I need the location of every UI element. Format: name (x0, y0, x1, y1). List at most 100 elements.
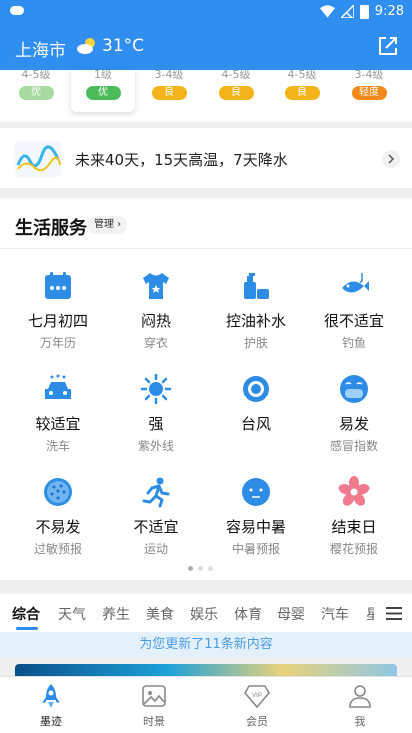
clock: 9:28 (374, 4, 404, 19)
service-typhoon[interactable]: 台风 (206, 373, 306, 469)
chevron-right-icon[interactable] (382, 150, 400, 168)
service-value: 很不适宜 (323, 312, 384, 330)
aqi-badge: 良 (151, 86, 187, 100)
car-wash-icon (45, 374, 71, 399)
service-cold[interactable]: 易发 感冒指数 (304, 373, 404, 469)
sakura-icon (338, 476, 370, 506)
service-value: 不适宜 (133, 518, 179, 536)
aqi-badge: 轻度 (351, 86, 387, 100)
service-sakura[interactable]: 结束日 樱花预报 (304, 476, 404, 572)
service-label: 紫外线 (137, 439, 174, 453)
forecast-day[interactable]: 4-5级 优 (4, 70, 68, 110)
forecast-day-selected[interactable]: 1级 优 (71, 70, 135, 112)
tab-cut-off[interactable]: 星 (366, 604, 374, 624)
service-value: 易发 (338, 415, 369, 433)
service-value: 不易发 (35, 518, 81, 536)
tab-food[interactable]: 美食 (146, 604, 174, 624)
service-value: 结束日 (331, 518, 377, 536)
nav-label: 时景 (143, 715, 165, 728)
service-value: 容易中暑 (225, 518, 286, 536)
tab-health[interactable]: 养生 (102, 604, 130, 624)
forecast-day[interactable]: 4-5级 良 (270, 70, 334, 110)
trend-chart-icon (14, 141, 62, 177)
service-label: 护肤 (243, 336, 268, 350)
fish-icon (342, 273, 369, 293)
system-icons: 9:28 (319, 4, 404, 19)
update-notice: 为您更新了11条新内容 (0, 632, 412, 658)
manage-button[interactable]: 管理 › (88, 216, 128, 234)
service-sport[interactable]: 不适宜 运动 (106, 476, 206, 572)
page-dot-active (188, 566, 193, 571)
service-label: 洗车 (45, 439, 70, 453)
tab-auto[interactable]: 汽车 (321, 604, 349, 624)
service-value: 强 (148, 415, 164, 433)
tab-parenting[interactable]: 母婴 (277, 604, 305, 624)
page-indicator (188, 566, 213, 571)
nav-scenes[interactable]: 时景 (114, 683, 194, 729)
service-label: 穿衣 (143, 336, 168, 350)
rocket-icon (42, 684, 60, 708)
pollen-icon (44, 478, 72, 506)
mask-face-icon (340, 375, 368, 403)
life-services-card: 生活服务 管理 › 七月初四 万年历 闷热 穿衣 控油补水 护肤 很不适宜 钓鱼… (0, 198, 412, 580)
vip-icon: VIP (244, 685, 270, 709)
forecast-day[interactable]: 3-4级 轻度 (337, 70, 401, 110)
wind-level: 4-5级 (287, 70, 317, 80)
nav-label: 我 (354, 715, 366, 728)
status-bar: 9:28 (0, 0, 412, 26)
tab-comprehensive[interactable]: 综合 (12, 604, 40, 624)
nav-profile[interactable]: 我 (320, 683, 400, 729)
service-clothing[interactable]: 闷热 穿衣 (106, 270, 206, 366)
nav-label: 墨迹 (40, 715, 62, 728)
divider (0, 248, 412, 249)
service-value: 控油补水 (225, 312, 286, 330)
tab-sports[interactable]: 体育 (234, 604, 262, 624)
svg-text:VIP: VIP (252, 693, 262, 699)
service-uv[interactable]: 强 紫外线 (106, 373, 206, 469)
service-skincare[interactable]: 控油补水 护肤 (206, 270, 306, 366)
service-value: 闷热 (140, 312, 171, 330)
page-dot (208, 566, 213, 571)
menu-icon[interactable] (386, 607, 402, 620)
tab-weather[interactable]: 天气 (58, 604, 86, 624)
forecast-day[interactable]: 4-5级 良 (204, 70, 268, 110)
skincare-icon (244, 273, 269, 299)
forecast-strip[interactable]: 4-5级 优 1级 优 3-4级 良 4-5级 良 4-5级 良 3-4级 轻度 (0, 70, 412, 122)
wifi-icon (319, 5, 335, 18)
nav-vip[interactable]: VIP 会员 (217, 683, 297, 729)
heatstroke-face-icon (242, 478, 270, 506)
service-heatstroke[interactable]: 容易中暑 中暑预报 (206, 476, 306, 572)
nav-moji[interactable]: 墨迹 (11, 683, 91, 729)
wind-level: 3-4级 (154, 70, 184, 80)
service-calendar[interactable]: 七月初四 万年历 (8, 270, 108, 366)
service-allergy[interactable]: 不易发 过敏预报 (8, 476, 108, 572)
tab-entertainment[interactable]: 娱乐 (190, 604, 218, 624)
service-value: 七月初四 (27, 312, 88, 330)
promo-text: 未来40天，15天高温，7天降水 (75, 151, 288, 169)
service-fishing[interactable]: 很不适宜 钓鱼 (304, 270, 404, 366)
page-dot (198, 566, 203, 571)
service-label: 过敏预报 (33, 542, 82, 556)
service-label: 感冒指数 (329, 439, 378, 453)
aqi-badge: 优 (85, 86, 121, 100)
service-value: 台风 (240, 415, 271, 433)
forecast-day[interactable]: 3-4级 良 (137, 70, 201, 110)
shirt-icon (143, 273, 169, 299)
wind-level: 1级 (94, 70, 112, 80)
no-signal-icon (340, 5, 354, 18)
news-tab-bar: 综合 天气 养生 美食 娱乐 体育 母婴 汽车 星 (0, 594, 412, 632)
forecast-40-day-banner[interactable]: 未来40天，15天高温，7天降水 (0, 128, 412, 188)
battery-icon (359, 4, 369, 19)
service-label: 钓鱼 (341, 336, 366, 350)
service-car-wash[interactable]: 较适宜 洗车 (8, 373, 108, 469)
bottom-navigation: 墨迹 时景 VIP 会员 我 (0, 676, 412, 733)
service-value: 较适宜 (35, 415, 81, 433)
wind-level: 3-4级 (354, 70, 384, 80)
wind-level: 4-5级 (221, 70, 251, 80)
city-name[interactable]: 上海市 (15, 36, 66, 61)
service-label: 万年历 (39, 336, 76, 350)
aqi-badge: 良 (284, 86, 320, 100)
service-label: 樱花预报 (329, 542, 378, 556)
nav-label: 会员 (246, 715, 268, 728)
share-icon[interactable] (376, 34, 400, 58)
